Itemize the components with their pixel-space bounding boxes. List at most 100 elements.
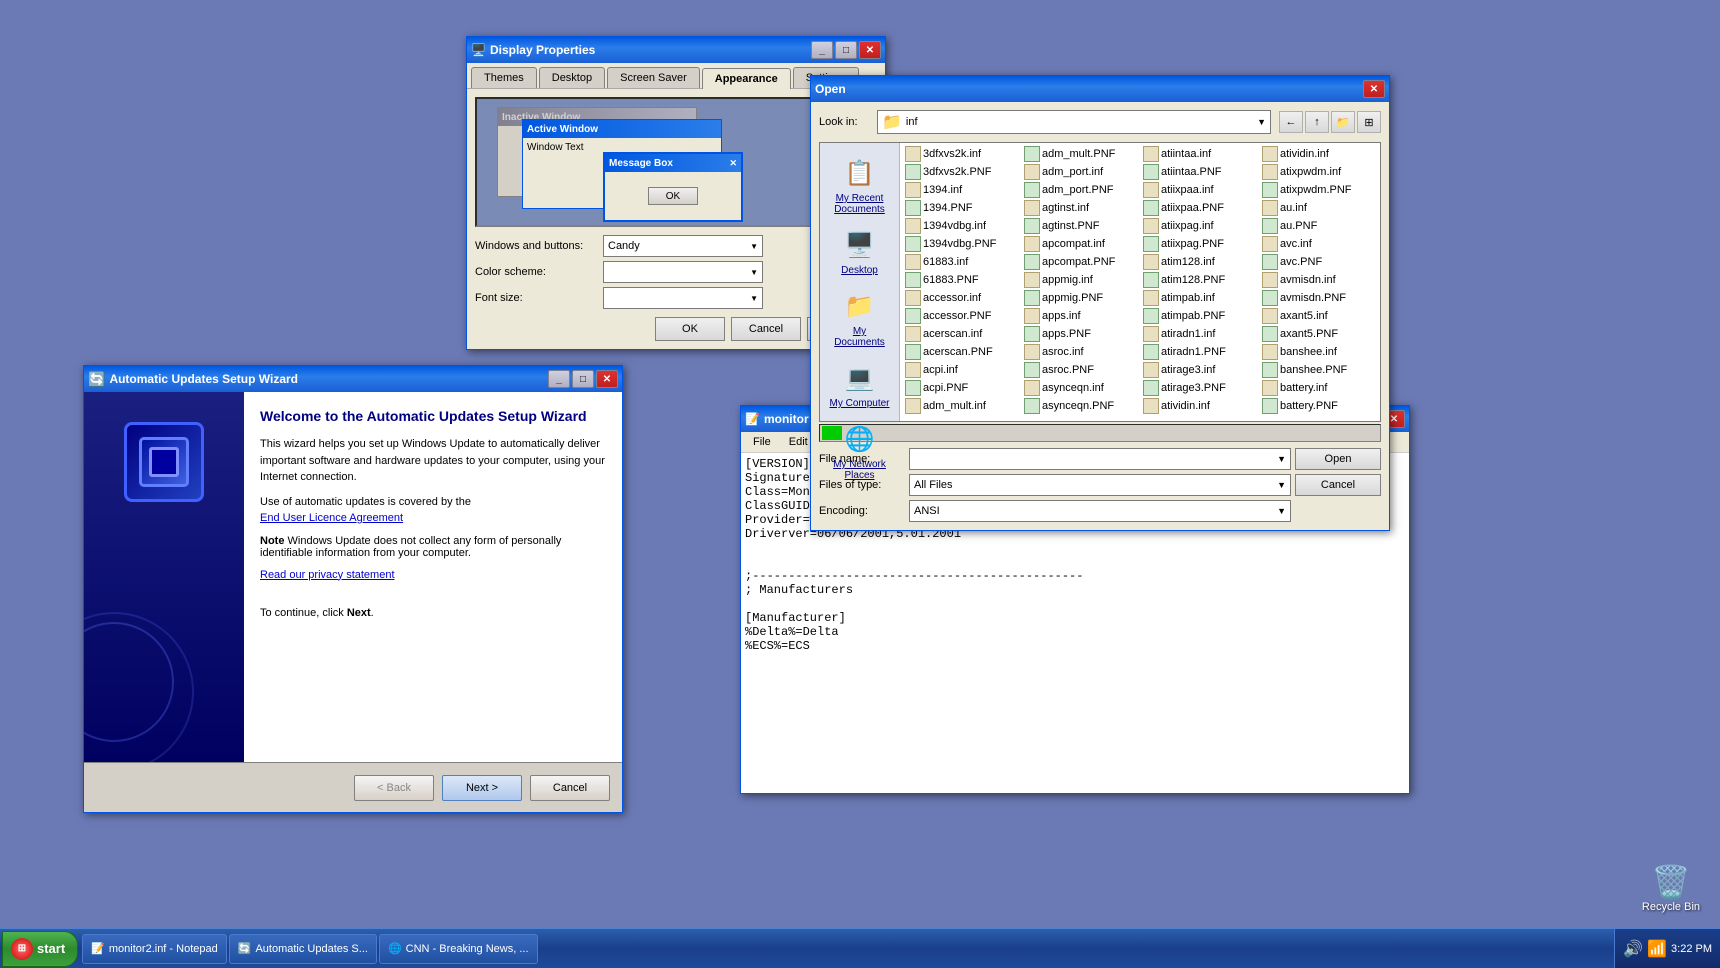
file-item[interactable]: atividin.inf bbox=[1259, 145, 1378, 163]
file-item[interactable]: atirage3.inf bbox=[1140, 361, 1259, 379]
file-item[interactable]: 61883.inf bbox=[902, 253, 1021, 271]
file-item[interactable]: avmisdn.inf bbox=[1259, 271, 1378, 289]
file-item[interactable]: adm_port.inf bbox=[1021, 163, 1140, 181]
file-item[interactable]: atividin.inf bbox=[1140, 397, 1259, 415]
file-item[interactable]: atimpab.inf bbox=[1140, 289, 1259, 307]
file-item[interactable]: asroc.inf bbox=[1021, 343, 1140, 361]
file-item[interactable]: appmig.inf bbox=[1021, 271, 1140, 289]
nav-recent-docs[interactable]: 📋 My Recent Documents bbox=[824, 151, 896, 219]
nav-desktop[interactable]: 🖥️ Desktop bbox=[824, 223, 896, 280]
nav-my-documents[interactable]: 📁 My Documents bbox=[824, 284, 896, 352]
file-item[interactable]: atim128.inf bbox=[1140, 253, 1259, 271]
new-folder-btn[interactable]: 📁 bbox=[1331, 111, 1355, 133]
menu-file[interactable]: File bbox=[745, 434, 779, 450]
open-dialog-titlebar[interactable]: Open ✕ bbox=[811, 76, 1389, 102]
next-button[interactable]: Next > bbox=[442, 775, 522, 801]
ok-button[interactable]: OK bbox=[655, 317, 725, 341]
minimize-button[interactable]: _ bbox=[811, 41, 833, 59]
wizard-titlebar[interactable]: 🔄 Automatic Updates Setup Wizard _ □ ✕ bbox=[84, 366, 622, 392]
file-item[interactable]: au.PNF bbox=[1259, 217, 1378, 235]
file-item[interactable]: 1394vdbg.PNF bbox=[902, 235, 1021, 253]
tab-desktop[interactable]: Desktop bbox=[539, 67, 605, 88]
view-btn[interactable]: ⊞ bbox=[1357, 111, 1381, 133]
look-in-dropdown[interactable]: 📁 inf ▼ bbox=[877, 110, 1271, 134]
file-item[interactable]: atimpab.PNF bbox=[1140, 307, 1259, 325]
wizard-max[interactable]: □ bbox=[572, 370, 594, 388]
file-item[interactable]: battery.PNF bbox=[1259, 397, 1378, 415]
filetype-dropdown[interactable]: All Files ▼ bbox=[909, 474, 1291, 496]
file-item[interactable]: adm_mult.PNF bbox=[1021, 145, 1140, 163]
file-item[interactable]: apcompat.inf bbox=[1021, 235, 1140, 253]
file-item[interactable]: 1394.PNF bbox=[902, 199, 1021, 217]
file-item[interactable]: axant5.inf bbox=[1259, 307, 1378, 325]
file-item[interactable]: agtinst.inf bbox=[1021, 199, 1140, 217]
file-item[interactable]: axant5.PNF bbox=[1259, 325, 1378, 343]
file-item[interactable]: adm_port.PNF bbox=[1021, 181, 1140, 199]
file-item[interactable]: 3dfxvs2k.inf bbox=[902, 145, 1021, 163]
file-item[interactable]: appmig.PNF bbox=[1021, 289, 1140, 307]
file-item[interactable]: asynceqn.PNF bbox=[1021, 397, 1140, 415]
file-item[interactable]: apps.inf bbox=[1021, 307, 1140, 325]
open-button[interactable]: Open bbox=[1295, 448, 1381, 470]
file-item[interactable]: atiradn1.inf bbox=[1140, 325, 1259, 343]
file-item[interactable]: 1394vdbg.inf bbox=[902, 217, 1021, 235]
cancel-button-dialog[interactable]: Cancel bbox=[1295, 474, 1381, 496]
file-item[interactable]: atim128.PNF bbox=[1140, 271, 1259, 289]
file-item[interactable]: 1394.inf bbox=[902, 181, 1021, 199]
cancel-button[interactable]: Cancel bbox=[731, 317, 801, 341]
file-item[interactable]: acpi.PNF bbox=[902, 379, 1021, 397]
nav-my-computer[interactable]: 💻 My Computer bbox=[824, 356, 896, 413]
filename-input[interactable]: ▼ bbox=[909, 448, 1291, 470]
file-item[interactable]: asroc.PNF bbox=[1021, 361, 1140, 379]
font-size-dropdown[interactable]: ▼ bbox=[603, 287, 763, 309]
color-scheme-dropdown[interactable]: ▼ bbox=[603, 261, 763, 283]
file-item[interactable]: accessor.inf bbox=[902, 289, 1021, 307]
tab-themes[interactable]: Themes bbox=[471, 67, 537, 88]
file-item[interactable]: atiradn1.PNF bbox=[1140, 343, 1259, 361]
taskbar-cnn[interactable]: 🌐 CNN - Breaking News, ... bbox=[379, 934, 538, 964]
file-item[interactable]: apps.PNF bbox=[1021, 325, 1140, 343]
file-item[interactable]: atixpwdm.inf bbox=[1259, 163, 1378, 181]
file-item[interactable]: atiixpaa.PNF bbox=[1140, 199, 1259, 217]
eula-link[interactable]: End User Licence Agreement bbox=[260, 512, 403, 524]
tab-appearance[interactable]: Appearance bbox=[702, 68, 791, 89]
file-item[interactable]: atiixpag.inf bbox=[1140, 217, 1259, 235]
wizard-close[interactable]: ✕ bbox=[596, 370, 618, 388]
encoding-dropdown[interactable]: ANSI ▼ bbox=[909, 500, 1291, 522]
privacy-link[interactable]: Read our privacy statement bbox=[260, 569, 395, 581]
file-item[interactable]: avmisdn.PNF bbox=[1259, 289, 1378, 307]
file-item[interactable]: avc.PNF bbox=[1259, 253, 1378, 271]
file-item[interactable]: acpi.inf bbox=[902, 361, 1021, 379]
file-item[interactable]: agtinst.PNF bbox=[1021, 217, 1140, 235]
file-item[interactable]: banshee.inf bbox=[1259, 343, 1378, 361]
maximize-button[interactable]: □ bbox=[835, 41, 857, 59]
close-button[interactable]: ✕ bbox=[859, 41, 881, 59]
file-item[interactable]: au.inf bbox=[1259, 199, 1378, 217]
wizard-min[interactable]: _ bbox=[548, 370, 570, 388]
up-btn[interactable]: ↑ bbox=[1305, 111, 1329, 133]
file-item[interactable]: avc.inf bbox=[1259, 235, 1378, 253]
file-item[interactable]: accessor.PNF bbox=[902, 307, 1021, 325]
file-item[interactable]: atiixpag.PNF bbox=[1140, 235, 1259, 253]
tab-screensaver[interactable]: Screen Saver bbox=[607, 67, 700, 88]
file-item[interactable]: atiintaa.PNF bbox=[1140, 163, 1259, 181]
cancel-button-wizard[interactable]: Cancel bbox=[530, 775, 610, 801]
file-item[interactable]: apcompat.PNF bbox=[1021, 253, 1140, 271]
recycle-bin[interactable]: 🗑️ Recycle Bin bbox=[1642, 863, 1700, 913]
file-item[interactable]: atiixpaa.inf bbox=[1140, 181, 1259, 199]
back-btn[interactable]: ← bbox=[1279, 111, 1303, 133]
file-item[interactable]: acerscan.PNF bbox=[902, 343, 1021, 361]
file-item[interactable]: 61883.PNF bbox=[902, 271, 1021, 289]
file-item[interactable]: battery.inf bbox=[1259, 379, 1378, 397]
file-item[interactable]: adm_mult.inf bbox=[902, 397, 1021, 415]
file-item[interactable]: atirage3.PNF bbox=[1140, 379, 1259, 397]
open-dialog-close[interactable]: ✕ bbox=[1363, 80, 1385, 98]
file-item[interactable]: acerscan.inf bbox=[902, 325, 1021, 343]
back-button[interactable]: < Back bbox=[354, 775, 434, 801]
file-item[interactable]: atiintaa.inf bbox=[1140, 145, 1259, 163]
file-item[interactable]: asynceqn.inf bbox=[1021, 379, 1140, 397]
taskbar-notepad[interactable]: 📝 monitor2.inf - Notepad bbox=[82, 934, 227, 964]
msgbox-ok-btn[interactable]: OK bbox=[648, 187, 698, 205]
file-item[interactable]: banshee.PNF bbox=[1259, 361, 1378, 379]
taskbar-wizard[interactable]: 🔄 Automatic Updates S... bbox=[229, 934, 377, 964]
